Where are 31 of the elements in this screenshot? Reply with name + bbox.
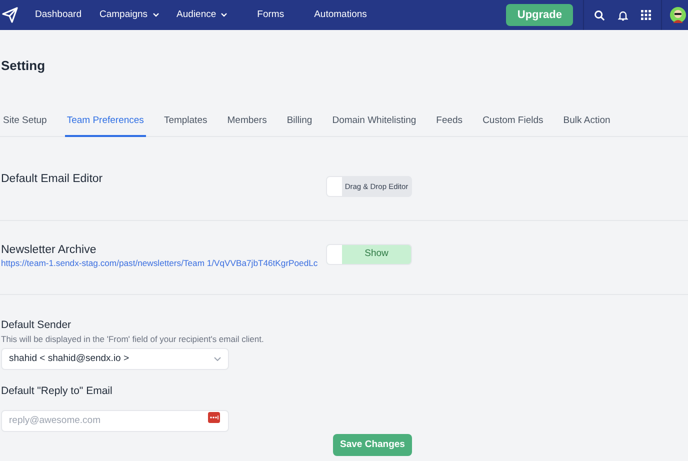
settings-tab[interactable]: Domain Whitelisting — [330, 108, 418, 137]
password-manager-icon[interactable] — [208, 412, 220, 423]
section-label: Default Sender — [1, 319, 72, 332]
nav-link[interactable]: Automations — [314, 8, 367, 22]
section-label: Default Email Editor — [1, 172, 103, 186]
nav-link[interactable]: Audience — [176, 8, 228, 22]
archive-link[interactable]: https://team-1.sendx-stag.com/past/newsletters/Team 1/VqVVBa7jbT46tKgrPoedLc — [1, 257, 318, 269]
settings-tab[interactable]: Members — [225, 108, 269, 137]
settings-tab[interactable]: Billing — [284, 108, 314, 137]
nav-link[interactable]: Dashboard — [35, 8, 82, 22]
avatar-icon[interactable] — [670, 7, 686, 23]
section-label: Newsletter Archive — [1, 243, 96, 257]
grid-icon[interactable] — [641, 10, 651, 20]
settings-tab[interactable]: Bulk Action — [561, 108, 612, 137]
toggle-switch[interactable]: Show — [326, 244, 412, 265]
hint-text: This will be displayed in the 'From' field of your recipient's email client. — [1, 333, 264, 345]
search-icon[interactable] — [594, 10, 605, 20]
bell-icon[interactable] — [618, 10, 628, 20]
settings-tab[interactable]: Templates — [162, 108, 210, 137]
settings-tab[interactable]: Team Preferences — [64, 108, 146, 137]
reply-to-field[interactable]: reply@awesome.com — [1, 410, 229, 432]
section-label: Default "Reply to" Email — [1, 385, 112, 398]
settings-tab[interactable]: Site Setup — [1, 108, 49, 137]
chevron-down-icon — [214, 357, 221, 361]
sender-dropdown[interactable]: shahid < shahid@sendx.io > — [1, 348, 229, 370]
settings-tab[interactable]: Feeds — [434, 108, 465, 137]
paper-plane-icon[interactable] — [2, 7, 18, 23]
nav-link[interactable]: Forms — [257, 8, 284, 22]
nav-link[interactable]: Campaigns — [99, 8, 159, 22]
page-title: Setting — [1, 57, 46, 75]
settings-tab[interactable]: Custom Fields — [480, 108, 546, 137]
